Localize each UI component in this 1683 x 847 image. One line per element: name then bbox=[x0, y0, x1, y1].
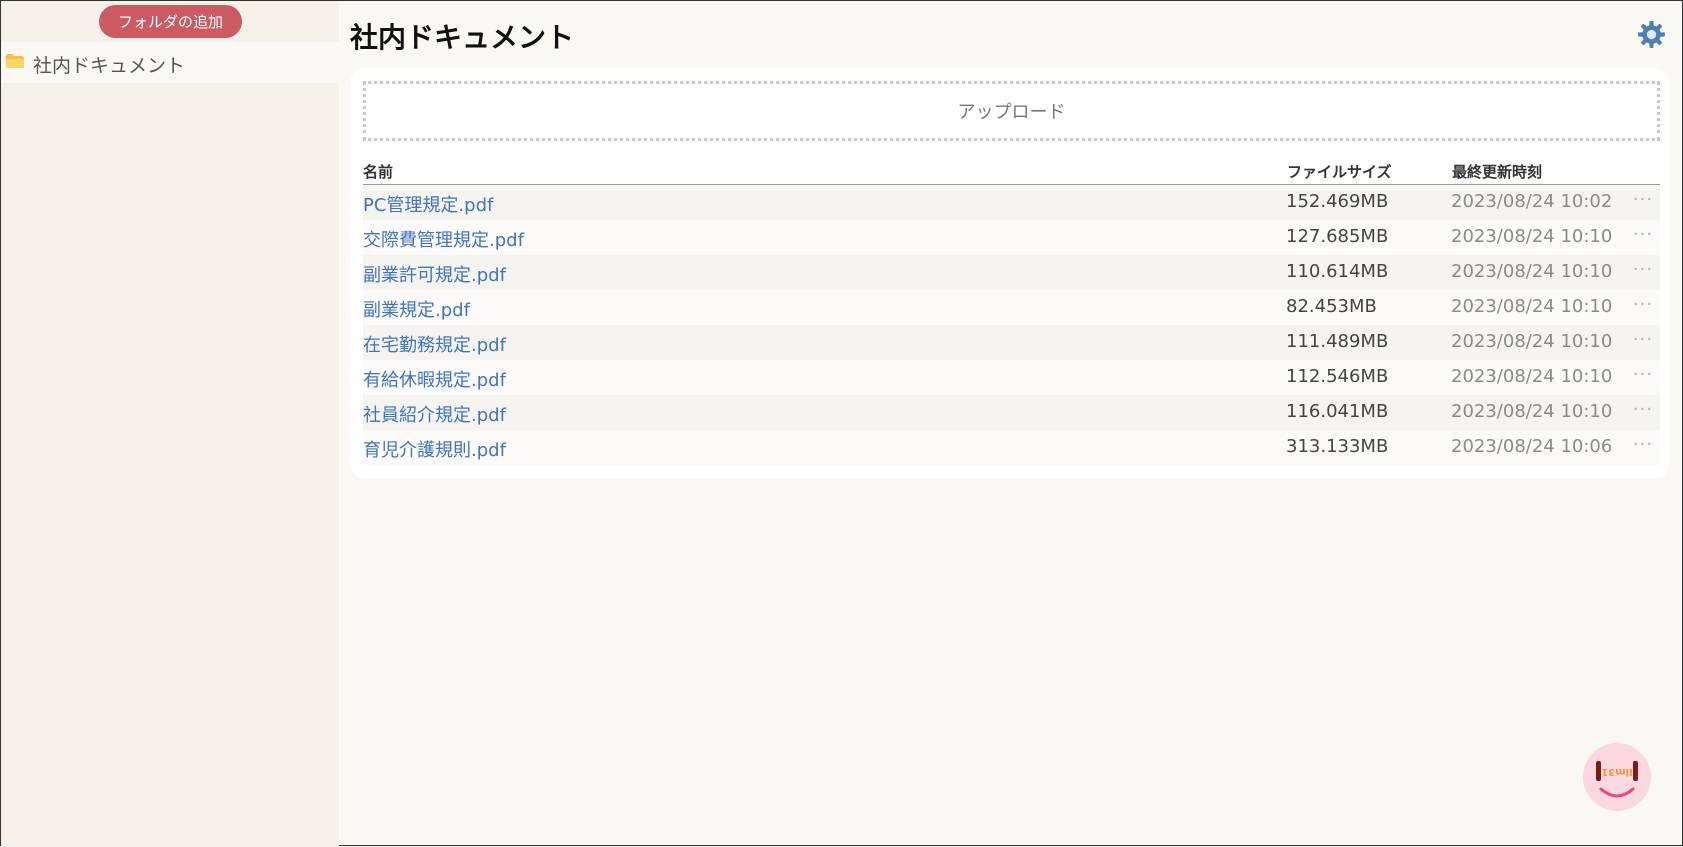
table-row: 交際費管理規定.pdf 127.685MB 2023/08/24 10:10 ·… bbox=[363, 220, 1660, 255]
file-size: 313.133MB bbox=[1286, 436, 1389, 457]
mascot-logo-text: Ilm31 bbox=[1601, 766, 1633, 777]
file-modified: 2023/08/24 10:10 bbox=[1451, 366, 1613, 387]
more-options-icon[interactable]: ··· bbox=[1631, 294, 1655, 315]
file-modified: 2023/08/24 10:10 bbox=[1451, 226, 1613, 247]
file-size: 112.546MB bbox=[1286, 366, 1389, 387]
file-size: 152.469MB bbox=[1286, 191, 1389, 212]
upload-label: アップロード bbox=[957, 102, 1066, 123]
file-link[interactable]: 有給休暇規定.pdf bbox=[363, 366, 506, 392]
sidebar: フォルダの追加 社内ドキュメント bbox=[1, 1, 339, 847]
more-options-icon[interactable]: ··· bbox=[1631, 189, 1655, 210]
file-modified: 2023/08/24 10:10 bbox=[1451, 296, 1613, 317]
file-size: 110.614MB bbox=[1286, 261, 1389, 282]
table-row: PC管理規定.pdf 152.469MB 2023/08/24 10:02 ··… bbox=[363, 185, 1660, 220]
smiley-mascot-icon[interactable]: Ilm31 bbox=[1583, 743, 1651, 811]
file-modified: 2023/08/24 10:10 bbox=[1451, 261, 1613, 282]
file-modified: 2023/08/24 10:10 bbox=[1451, 331, 1613, 352]
gear-icon[interactable] bbox=[1637, 20, 1666, 49]
column-header-name[interactable]: 名前 bbox=[363, 161, 393, 182]
file-link[interactable]: 交際費管理規定.pdf bbox=[363, 226, 524, 252]
table-row: 在宅勤務規定.pdf 111.489MB 2023/08/24 10:10 ··… bbox=[363, 325, 1660, 360]
table-body: PC管理規定.pdf 152.469MB 2023/08/24 10:02 ··… bbox=[363, 185, 1660, 465]
table-row: 副業規定.pdf 82.453MB 2023/08/24 10:10 ··· bbox=[363, 290, 1660, 325]
add-folder-button[interactable]: フォルダの追加 bbox=[99, 5, 242, 38]
file-modified: 2023/08/24 10:02 bbox=[1451, 191, 1613, 212]
sidebar-item-label: 社内ドキュメント bbox=[33, 55, 186, 77]
mascot-face: Ilm31 bbox=[1596, 761, 1638, 798]
file-modified: 2023/08/24 10:06 bbox=[1451, 436, 1613, 457]
more-options-icon[interactable]: ··· bbox=[1631, 364, 1655, 385]
file-link[interactable]: 副業規定.pdf bbox=[363, 296, 470, 322]
file-size: 111.489MB bbox=[1286, 331, 1389, 352]
more-options-icon[interactable]: ··· bbox=[1631, 434, 1655, 455]
file-modified: 2023/08/24 10:10 bbox=[1451, 401, 1613, 422]
upload-dropzone[interactable]: アップロード bbox=[363, 81, 1660, 141]
sidebar-item-company-documents[interactable]: 社内ドキュメント bbox=[1, 42, 339, 83]
file-link[interactable]: 在宅勤務規定.pdf bbox=[363, 331, 506, 357]
file-size: 116.041MB bbox=[1286, 401, 1389, 422]
file-link[interactable]: 副業許可規定.pdf bbox=[363, 261, 506, 287]
column-header-size[interactable]: ファイルサイズ bbox=[1287, 161, 1392, 182]
main-content: 社内ドキュメント アップロード 名前 ファイルサイズ 最終更新時刻 PC管理規定… bbox=[339, 1, 1683, 847]
file-link[interactable]: PC管理規定.pdf bbox=[363, 191, 493, 217]
page-title: 社内ドキュメント bbox=[350, 21, 575, 54]
table-row: 育児介護規則.pdf 313.133MB 2023/08/24 10:06 ··… bbox=[363, 430, 1660, 465]
more-options-icon[interactable]: ··· bbox=[1631, 399, 1655, 420]
more-options-icon[interactable]: ··· bbox=[1631, 259, 1655, 280]
column-header-modified[interactable]: 最終更新時刻 bbox=[1452, 161, 1542, 182]
file-link[interactable]: 社員紹介規定.pdf bbox=[363, 401, 506, 427]
table-row: 有給休暇規定.pdf 112.546MB 2023/08/24 10:10 ··… bbox=[363, 360, 1660, 395]
table-row: 社員紹介規定.pdf 116.041MB 2023/08/24 10:10 ··… bbox=[363, 395, 1660, 430]
more-options-icon[interactable]: ··· bbox=[1631, 329, 1655, 350]
file-size: 127.685MB bbox=[1286, 226, 1389, 247]
file-size: 82.453MB bbox=[1286, 296, 1377, 317]
more-options-icon[interactable]: ··· bbox=[1631, 224, 1655, 245]
file-panel: アップロード 名前 ファイルサイズ 最終更新時刻 PC管理規定.pdf 152.… bbox=[350, 68, 1669, 479]
table-header: 名前 ファイルサイズ 最終更新時刻 bbox=[363, 156, 1660, 185]
file-table: 名前 ファイルサイズ 最終更新時刻 PC管理規定.pdf 152.469MB 2… bbox=[363, 156, 1660, 465]
folder-icon bbox=[6, 54, 24, 68]
table-row: 副業許可規定.pdf 110.614MB 2023/08/24 10:10 ··… bbox=[363, 255, 1660, 290]
file-link[interactable]: 育児介護規則.pdf bbox=[363, 436, 506, 462]
